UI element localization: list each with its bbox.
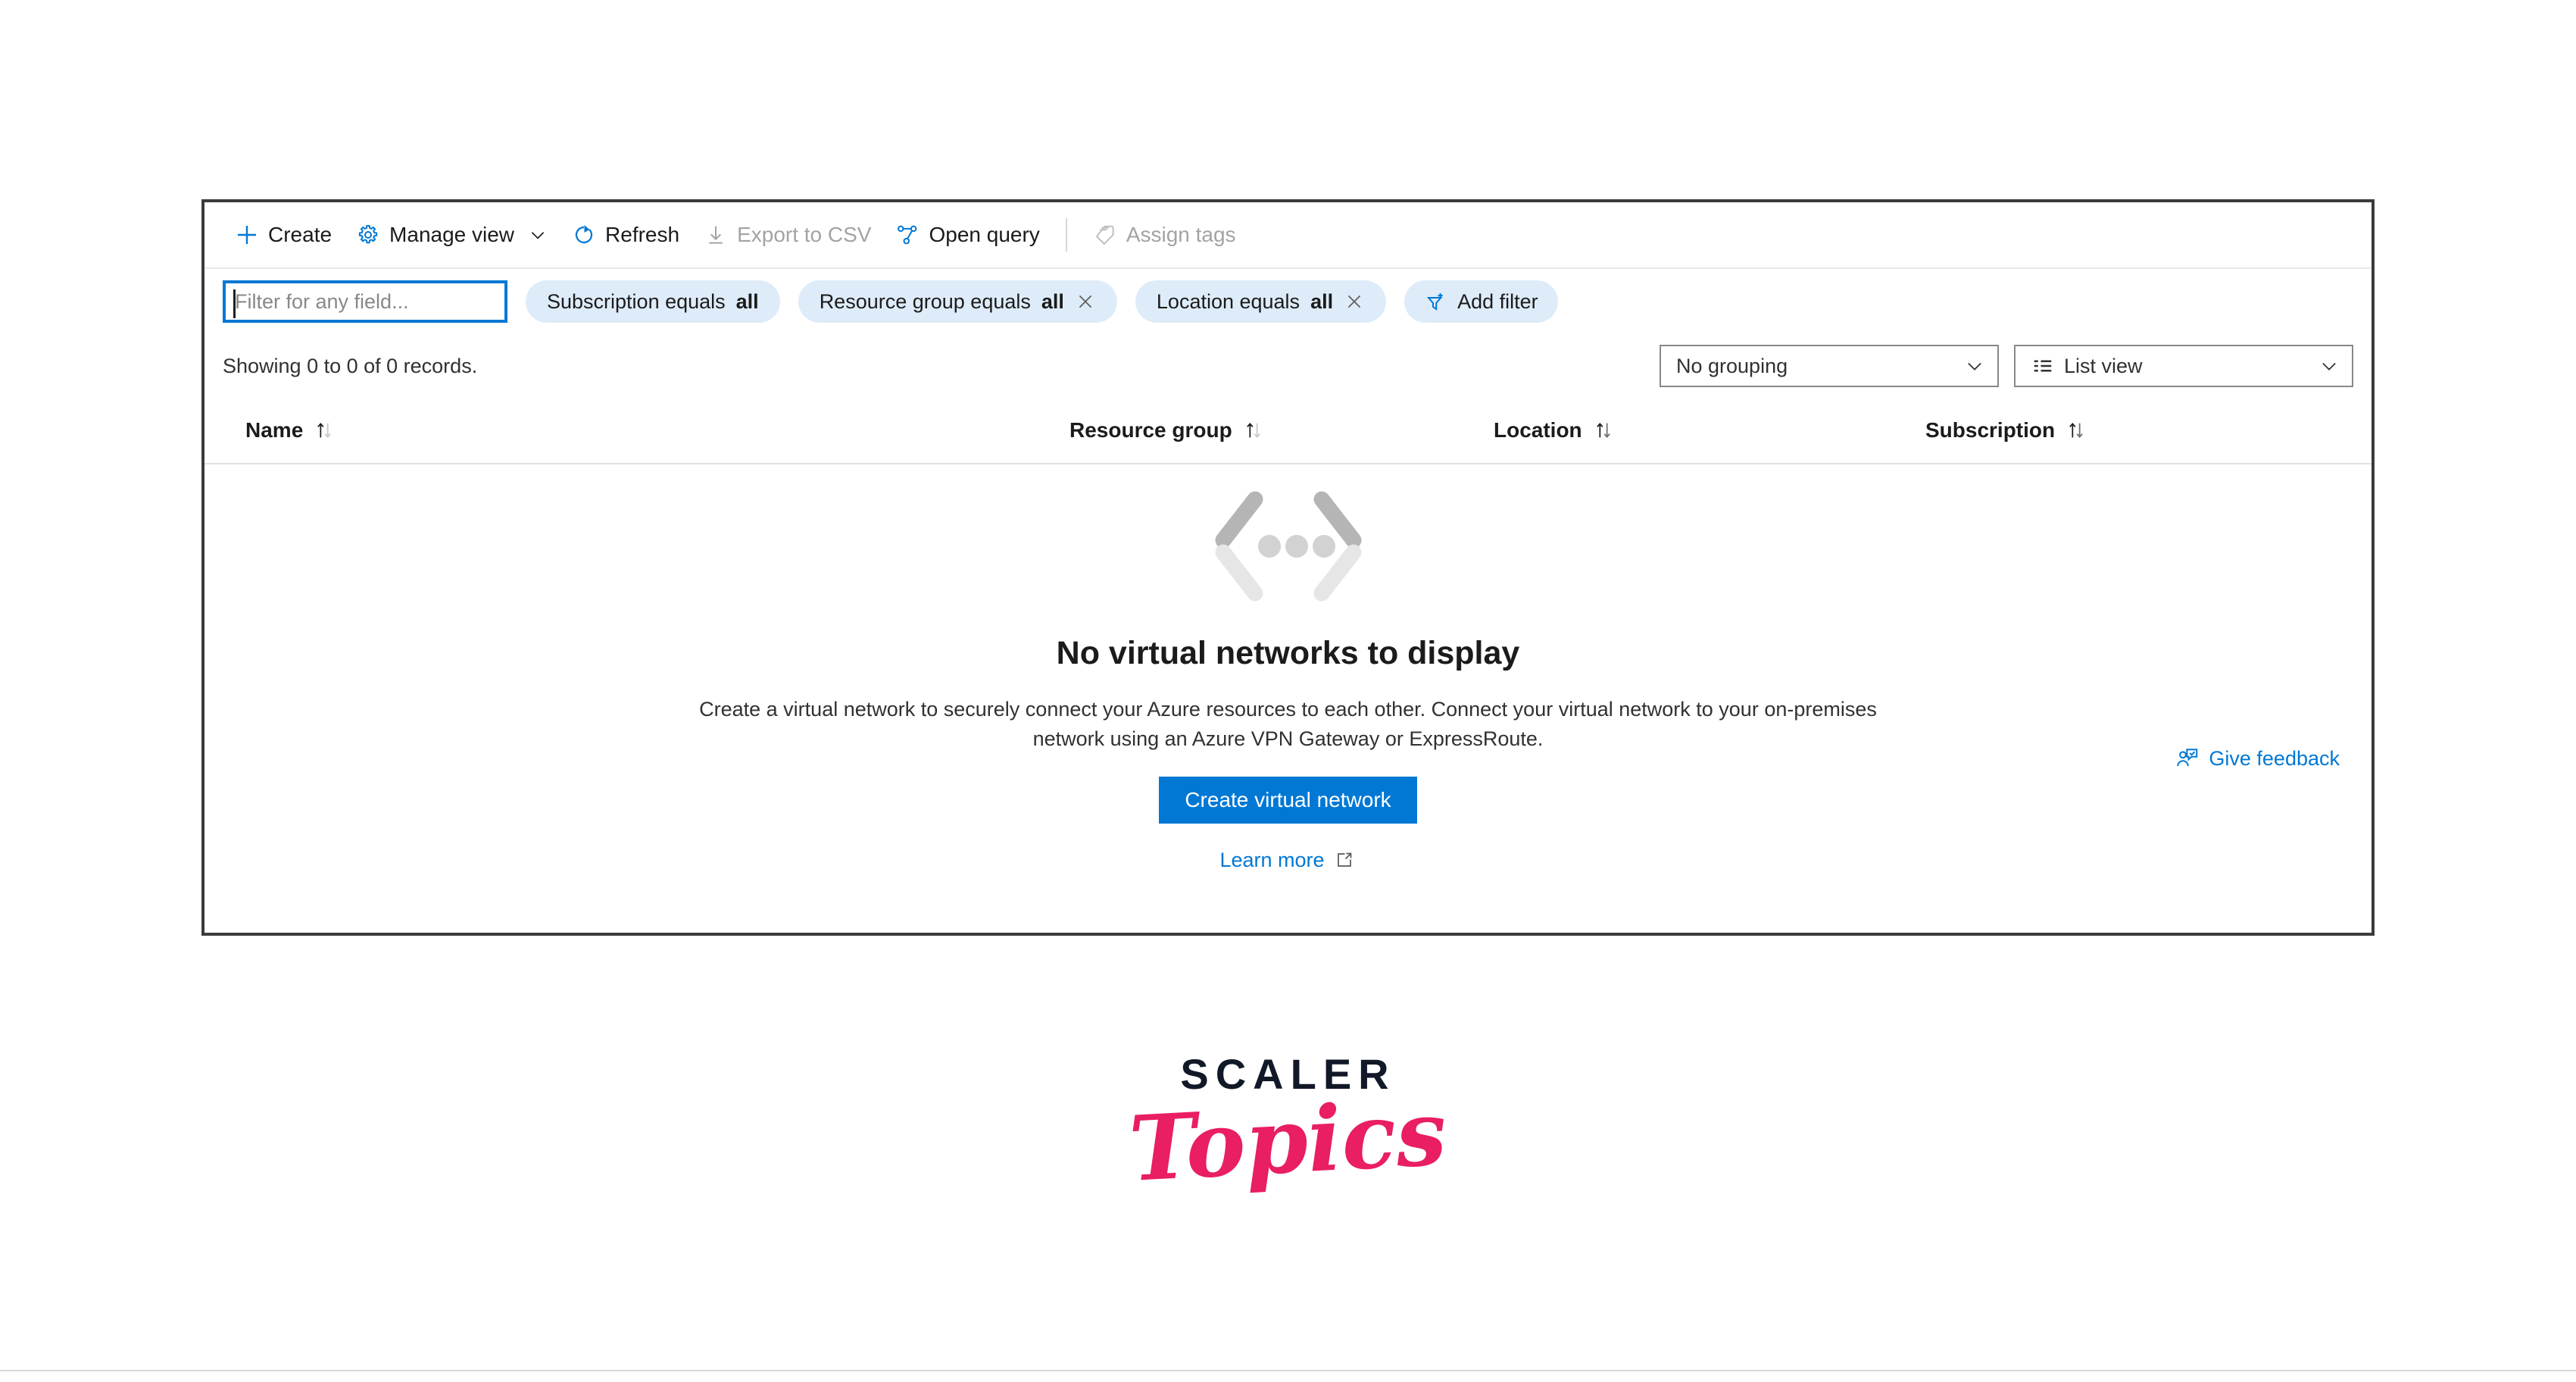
query-graph-icon xyxy=(895,223,920,247)
table-header-row: Name Resource group Location Subscriptio… xyxy=(205,398,2371,464)
empty-state: No virtual networks to display Create a … xyxy=(205,486,2371,872)
text-cursor xyxy=(233,289,236,318)
external-link-icon xyxy=(1332,848,1357,872)
column-header-resource-group[interactable]: Resource group xyxy=(1069,418,1494,442)
filter-bar: Subscription equals all Resource group e… xyxy=(205,269,2371,334)
column-header-location[interactable]: Location xyxy=(1494,418,1925,442)
filter-pill-location-value: all xyxy=(1310,289,1334,313)
view-mode-select[interactable]: List view xyxy=(2014,345,2353,387)
chevron-down-icon xyxy=(2318,355,2340,377)
filter-pill-resource-group[interactable]: Resource group equals all xyxy=(798,280,1117,323)
command-bar: Create Manage view Refresh Export to CSV… xyxy=(205,202,2371,269)
gear-icon xyxy=(356,223,380,247)
filter-pill-resource-group-prefix: Resource group equals xyxy=(819,289,1031,313)
filter-pill-subscription[interactable]: Subscription equals all xyxy=(526,280,780,323)
export-to-csv-button: Export to CSV xyxy=(692,212,883,258)
grouping-select-value: No grouping xyxy=(1676,354,1788,377)
give-feedback-link[interactable]: Give feedback xyxy=(2175,746,2340,771)
empty-state-title: No virtual networks to display xyxy=(1056,635,1520,671)
refresh-button[interactable]: Refresh xyxy=(560,212,692,258)
search-input-container[interactable] xyxy=(223,280,507,323)
assign-tags-button: Assign tags xyxy=(1081,212,1248,258)
empty-state-description: Create a virtual network to securely con… xyxy=(699,698,1877,751)
column-header-resource-group-label: Resource group xyxy=(1069,418,1232,442)
view-mode-select-value: List view xyxy=(2064,354,2143,377)
feedback-person-icon xyxy=(2175,746,2200,771)
manage-view-button-label: Manage view xyxy=(389,223,515,246)
add-filter-button[interactable]: Add filter xyxy=(1404,280,1558,323)
export-to-csv-label: Export to CSV xyxy=(737,223,872,246)
chevron-down-icon xyxy=(1964,355,1985,377)
create-virtual-network-button[interactable]: Create virtual network xyxy=(1159,777,1417,824)
page-bottom-divider xyxy=(0,1370,2576,1371)
column-header-location-label: Location xyxy=(1494,418,1582,442)
list-view-icon xyxy=(2031,354,2055,378)
refresh-button-label: Refresh xyxy=(605,223,680,246)
column-header-subscription[interactable]: Subscription xyxy=(1925,418,2319,442)
records-count-label: Showing 0 to 0 of 0 records. xyxy=(223,354,478,377)
sort-icon xyxy=(2064,418,2088,442)
view-selectors: No grouping List view xyxy=(1660,345,2353,387)
sort-icon xyxy=(1591,418,1616,442)
learn-more-label: Learn more xyxy=(1219,848,1325,871)
summary-row: Showing 0 to 0 of 0 records. No grouping xyxy=(205,334,2371,398)
no-results-illustration-icon xyxy=(1205,486,1372,618)
manage-view-button[interactable]: Manage view xyxy=(344,212,560,258)
search-input[interactable] xyxy=(226,283,504,320)
give-feedback-label: Give feedback xyxy=(2209,746,2340,770)
filter-pill-subscription-value: all xyxy=(735,289,759,313)
download-icon xyxy=(704,223,728,247)
table-body: No virtual networks to display Create a … xyxy=(205,464,2371,934)
toolbar-divider xyxy=(1065,218,1067,252)
filter-pill-location[interactable]: Location equals all xyxy=(1135,280,1387,323)
plus-icon xyxy=(235,223,259,247)
add-filter-icon xyxy=(1424,289,1448,314)
refresh-icon xyxy=(572,223,596,247)
learn-more-link[interactable]: Learn more xyxy=(1219,848,1356,872)
remove-filter-resource-group-icon[interactable] xyxy=(1075,291,1096,312)
virtual-networks-panel: Create Manage view Refresh Export to CSV… xyxy=(201,199,2375,936)
column-header-name[interactable]: Name xyxy=(223,418,1069,442)
open-query-button[interactable]: Open query xyxy=(883,212,1051,258)
filter-pill-subscription-prefix: Subscription equals xyxy=(547,289,726,313)
scaler-topics-logo: SCALER Topics xyxy=(0,1053,2576,1202)
filter-pill-location-prefix: Location equals xyxy=(1156,289,1300,313)
grouping-select[interactable]: No grouping xyxy=(1660,345,1999,387)
topics-script-wordmark: Topics xyxy=(1126,1080,1450,1202)
sort-icon xyxy=(312,418,336,442)
sort-icon xyxy=(1241,418,1266,442)
chevron-down-icon xyxy=(528,225,548,245)
add-filter-label: Add filter xyxy=(1457,289,1538,313)
create-button[interactable]: Create xyxy=(223,212,344,258)
filter-pill-resource-group-value: all xyxy=(1041,289,1064,313)
tags-icon xyxy=(1093,223,1117,247)
column-header-subscription-label: Subscription xyxy=(1925,418,2056,442)
column-header-name-label: Name xyxy=(245,418,304,442)
remove-filter-location-icon[interactable] xyxy=(1344,291,1365,312)
create-button-label: Create xyxy=(268,223,333,246)
open-query-label: Open query xyxy=(929,223,1040,246)
assign-tags-label: Assign tags xyxy=(1126,223,1236,246)
